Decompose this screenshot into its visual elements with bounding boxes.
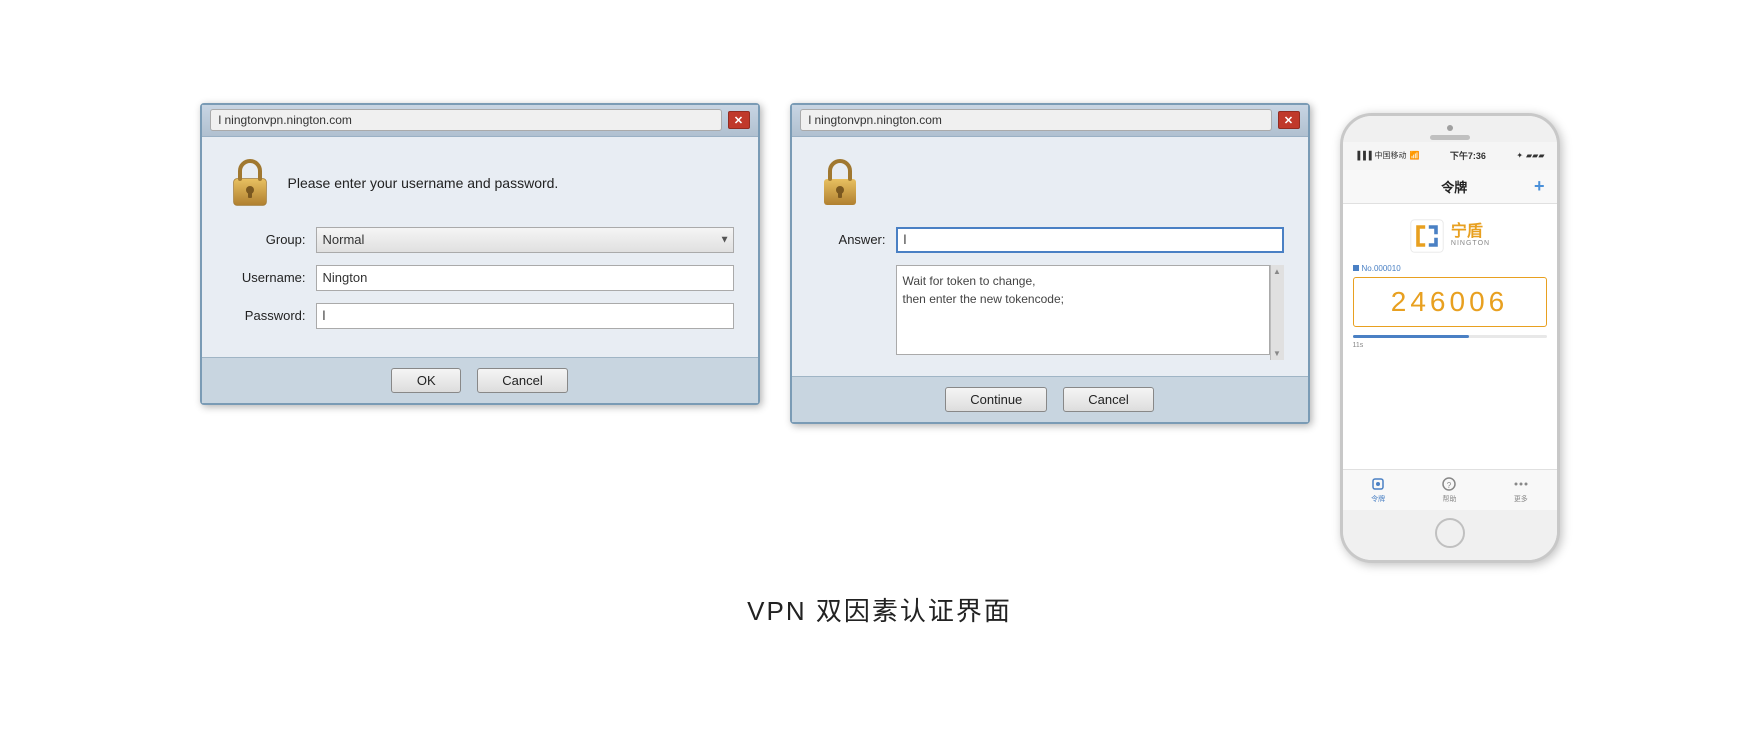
token-progress-bar — [1353, 335, 1547, 338]
token-nav-icon — [1370, 476, 1386, 492]
info-textarea-wrapper: ▲ ▼ — [896, 265, 1284, 360]
info-area: ▲ ▼ — [896, 265, 1284, 360]
dialog2-header — [816, 157, 1284, 209]
cancel-button-1[interactable]: Cancel — [477, 368, 567, 393]
phone-nav-token[interactable]: 令牌 — [1370, 476, 1386, 504]
dialog1-url-text: l ningtonvpn.nington.com — [219, 113, 352, 127]
token-dot — [1353, 265, 1359, 271]
right-section: ▐▐▐ 中国移动 📶 下午7:36 ✦ ▰▰▰ 令牌 + — [1340, 103, 1560, 563]
password-input[interactable] — [316, 303, 734, 329]
phone-bottom-area — [1343, 510, 1557, 560]
answer-label: Answer: — [816, 232, 896, 247]
dialog1-close-button[interactable]: ✕ — [728, 111, 750, 129]
phone-nav-title: 令牌 — [1441, 177, 1467, 196]
bluetooth-icon: ✦ — [1516, 151, 1523, 160]
phone-status-bar: ▐▐▐ 中国移动 📶 下午7:36 ✦ ▰▰▰ — [1343, 142, 1557, 170]
dialog1-url: l ningtonvpn.nington.com — [210, 109, 722, 131]
phone-screen: 宁盾 NINGTON No.000010 246006 — [1343, 204, 1557, 469]
nington-subtitle: NINGTON — [1451, 240, 1490, 248]
answer-input[interactable] — [896, 227, 1284, 253]
group-row: Group: Normal ▼ — [226, 227, 734, 253]
dialog1-body: Please enter your username and password.… — [202, 137, 758, 357]
group-label: Group: — [226, 232, 316, 247]
page-wrapper: l ningtonvpn.nington.com ✕ — [0, 0, 1759, 730]
nington-name: 宁盾 — [1451, 223, 1490, 241]
signal-icon: ▐▐▐ — [1355, 151, 1372, 160]
group-select[interactable]: Normal — [316, 227, 734, 253]
dialog2-body: Answer: ▲ ▼ — [792, 137, 1308, 376]
lock-icon — [226, 157, 274, 209]
username-row: Username: — [226, 265, 734, 291]
speaker-icon — [1430, 135, 1470, 140]
dialog1-header: Please enter your username and password. — [226, 157, 734, 209]
token-code: 246006 — [1391, 286, 1508, 317]
nav-more-label: 更多 — [1514, 494, 1528, 504]
info-textarea — [896, 265, 1270, 355]
token-code-box: 246006 — [1353, 277, 1547, 327]
camera-icon — [1447, 125, 1453, 131]
password-row: Password: — [226, 303, 734, 329]
answer-dialog: l ningtonvpn.nington.com ✕ — [790, 103, 1310, 424]
username-input[interactable] — [316, 265, 734, 291]
login-dialog: l ningtonvpn.nington.com ✕ — [200, 103, 760, 405]
token-progress-fill — [1353, 335, 1469, 338]
nington-logo-icon — [1409, 218, 1445, 254]
dialog1-titlebar: l ningtonvpn.nington.com ✕ — [202, 105, 758, 137]
dialog2-close-button[interactable]: ✕ — [1278, 111, 1300, 129]
dialog2-url: l ningtonvpn.nington.com — [800, 109, 1272, 131]
phone-mockup: ▐▐▐ 中国移动 📶 下午7:36 ✦ ▰▰▰ 令牌 + — [1340, 113, 1560, 563]
battery-icon: ▰▰▰ — [1526, 151, 1544, 160]
more-nav-icon — [1513, 476, 1529, 492]
home-button[interactable] — [1435, 518, 1465, 548]
dialog1-prompt: Please enter your username and password. — [288, 175, 559, 191]
scrollbar[interactable]: ▲ ▼ — [1270, 265, 1284, 360]
phone-status-right: ✦ ▰▰▰ — [1516, 151, 1544, 160]
caption-text: VPN 双因素认证界面 — [747, 596, 1012, 626]
nav-help-label: 帮助 — [1442, 494, 1456, 504]
nington-text: 宁盾 NINGTON — [1451, 223, 1490, 248]
cancel-button-2[interactable]: Cancel — [1063, 387, 1153, 412]
token-no-text: No.000010 — [1362, 264, 1401, 273]
phone-top-decor — [1343, 116, 1557, 142]
dialog2-footer: Continue Cancel — [792, 376, 1308, 422]
phone-content: 宁盾 NINGTON No.000010 246006 — [1343, 204, 1557, 469]
phone-bottom-nav: 令牌 ? 帮助 — [1343, 469, 1557, 510]
token-number-label: No.000010 — [1353, 264, 1547, 273]
svg-text:?: ? — [1447, 481, 1452, 490]
token-time-label: 11s — [1353, 342, 1547, 349]
answer-row: Answer: — [816, 227, 1284, 253]
group-select-wrapper[interactable]: Normal ▼ — [316, 227, 734, 253]
status-time: 下午7:36 — [1450, 149, 1486, 162]
nington-logo: 宁盾 NINGTON — [1409, 218, 1490, 254]
phone-nav-help[interactable]: ? 帮助 — [1441, 476, 1457, 504]
dialog1-footer: OK Cancel — [202, 357, 758, 403]
password-label: Password: — [226, 308, 316, 323]
dialog2-titlebar: l ningtonvpn.nington.com ✕ — [792, 105, 1308, 137]
dialog2-url-text: l ningtonvpn.nington.com — [809, 113, 942, 127]
dialogs-row: l ningtonvpn.nington.com ✕ — [200, 103, 1560, 563]
help-nav-icon: ? — [1441, 476, 1457, 492]
carrier-label: 中国移动 — [1375, 150, 1407, 161]
continue-button[interactable]: Continue — [945, 387, 1047, 412]
ok-button[interactable]: OK — [391, 368, 461, 393]
phone-nav-more[interactable]: 更多 — [1513, 476, 1529, 504]
lock-icon-2 — [816, 157, 864, 209]
wifi-icon: 📶 — [1410, 151, 1420, 160]
phone-status-left: ▐▐▐ 中国移动 📶 — [1355, 150, 1420, 161]
phone-nav-bar: 令牌 + — [1343, 170, 1557, 204]
username-label: Username: — [226, 270, 316, 285]
caption-area: VPN 双因素认证界面 — [747, 591, 1012, 628]
nav-token-label: 令牌 — [1371, 494, 1385, 504]
add-token-button[interactable]: + — [1534, 176, 1545, 197]
